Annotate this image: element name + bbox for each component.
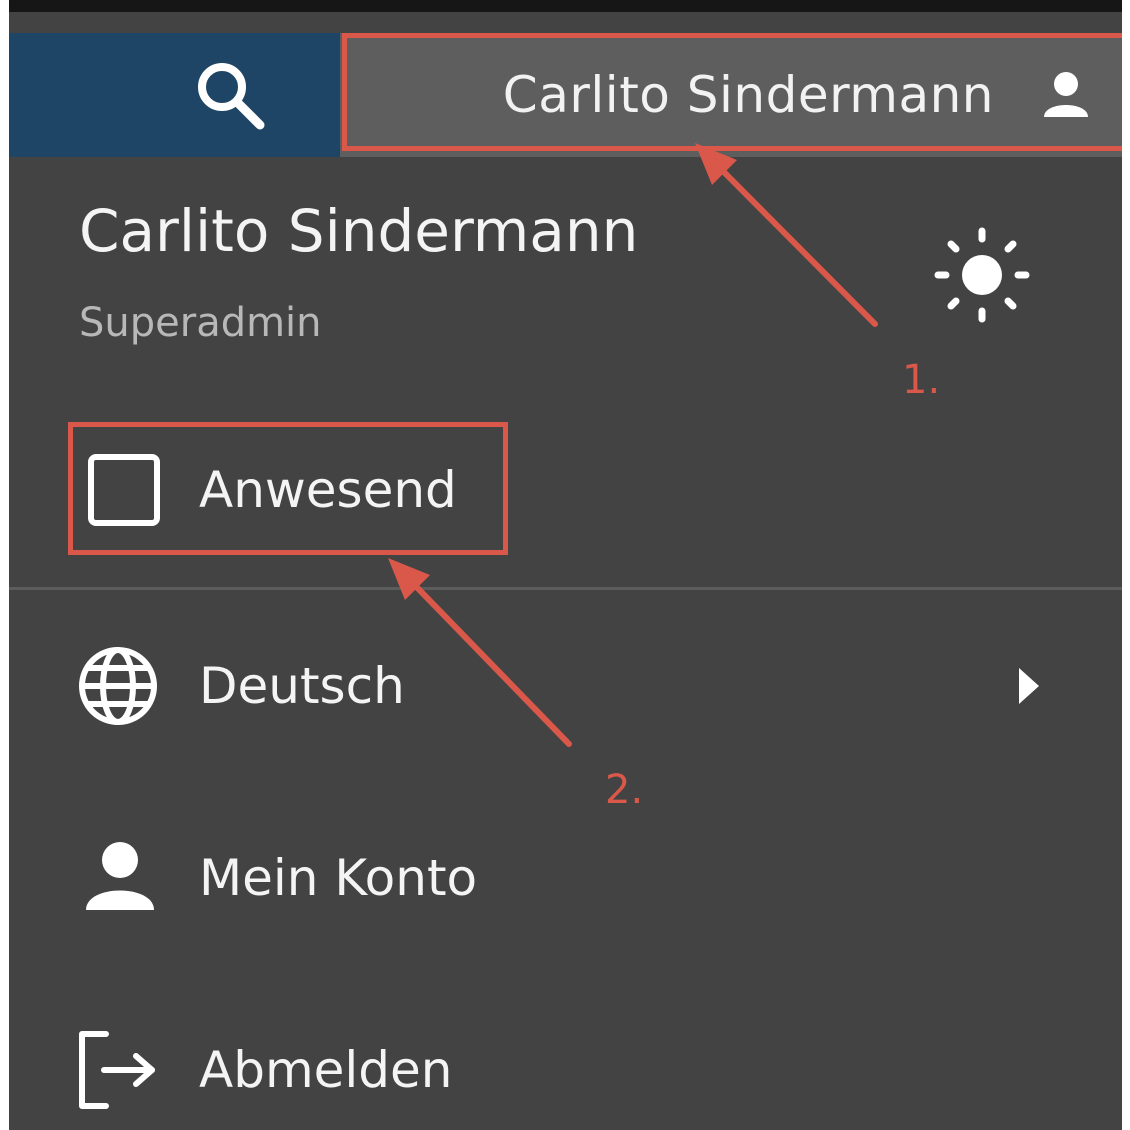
right-edge bbox=[1122, 0, 1130, 1130]
annotation-step-2: 2. bbox=[605, 767, 644, 813]
user-menu-panel: Carlito Sindermann Carlito Sindermann Su… bbox=[9, 12, 1130, 1130]
annotation-arrows bbox=[388, 143, 878, 747]
top-edge bbox=[0, 0, 1130, 12]
left-edge bbox=[0, 0, 9, 1130]
annotation-step-1: 1. bbox=[902, 357, 941, 403]
